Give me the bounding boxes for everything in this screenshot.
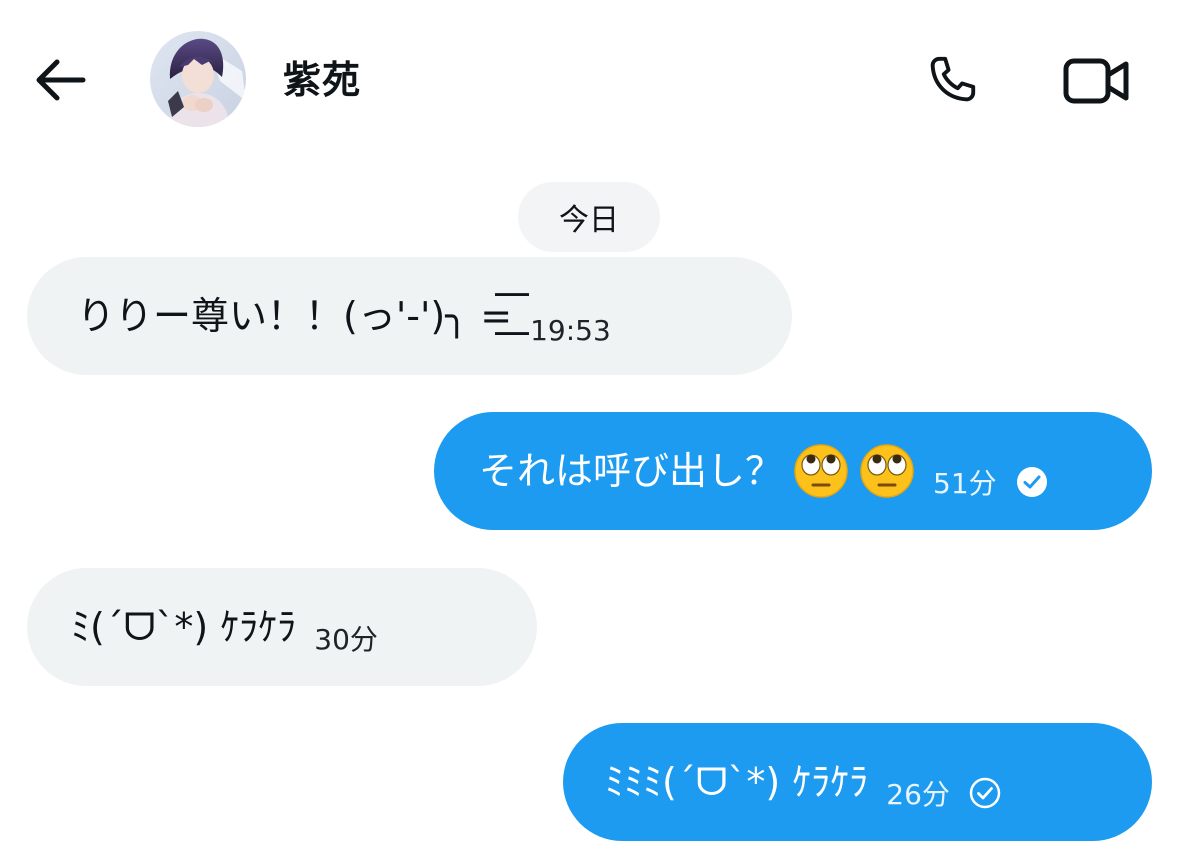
conversation-header: 紫苑 bbox=[0, 0, 1178, 150]
message-meta: 26分 bbox=[886, 773, 1002, 813]
call-button[interactable] bbox=[918, 48, 984, 114]
message-bubble-incoming[interactable]: ﾐ(´ᗜ`*) ｹﾗｹﾗ 30分 bbox=[27, 568, 537, 686]
message-meta: 51分 bbox=[933, 462, 1049, 502]
message-text: りりー尊い！！(っ'-')╮ =͟͟͞͞ bbox=[77, 294, 513, 338]
phone-icon bbox=[930, 56, 976, 102]
message-timestamp: 26分 bbox=[886, 778, 950, 811]
avatar-image bbox=[150, 31, 246, 127]
dm-conversation-screen: 紫苑 今日 りりー尊い！！(っ'-')╮ =͟͟͞͞ 19:53 それは呼び出し… bbox=[0, 0, 1178, 868]
date-label: 今日 bbox=[559, 203, 619, 238]
video-camera-icon bbox=[1063, 58, 1129, 104]
rolling-eyes-emoji-icon bbox=[794, 444, 848, 498]
date-separator: 今日 bbox=[518, 182, 660, 252]
message-text: ﾐﾐﾐ(´ᗜ`*) ｹﾗｹﾗ bbox=[605, 760, 869, 804]
message-timestamp: 51分 bbox=[933, 467, 997, 500]
message-text: ﾐ(´ᗜ`*) ｹﾗｹﾗ bbox=[71, 605, 297, 649]
message-timestamp: 30分 bbox=[314, 623, 378, 656]
avatar[interactable] bbox=[150, 31, 246, 127]
message-bubble-outgoing[interactable]: それは呼び出し？ 51分 bbox=[434, 412, 1152, 530]
contact-name[interactable]: 紫苑 bbox=[283, 55, 361, 105]
message-text: それは呼び出し？ bbox=[479, 449, 784, 493]
message-meta: 19:53 bbox=[530, 314, 611, 347]
message-timestamp: 19:53 bbox=[530, 314, 611, 347]
message-bubble-incoming[interactable]: りりー尊い！！(っ'-')╮ =͟͟͞͞ 19:53 bbox=[27, 257, 792, 375]
rolling-eyes-emoji-icon bbox=[860, 444, 914, 498]
arrow-left-icon bbox=[36, 59, 86, 101]
back-button[interactable] bbox=[28, 48, 92, 112]
message-bubble-outgoing[interactable]: ﾐﾐﾐ(´ᗜ`*) ｹﾗｹﾗ 26分 bbox=[563, 723, 1152, 841]
read-receipt-icon bbox=[1015, 465, 1049, 499]
video-call-button[interactable] bbox=[1058, 48, 1134, 114]
sent-receipt-icon bbox=[968, 776, 1002, 810]
message-meta: 30分 bbox=[314, 618, 378, 658]
